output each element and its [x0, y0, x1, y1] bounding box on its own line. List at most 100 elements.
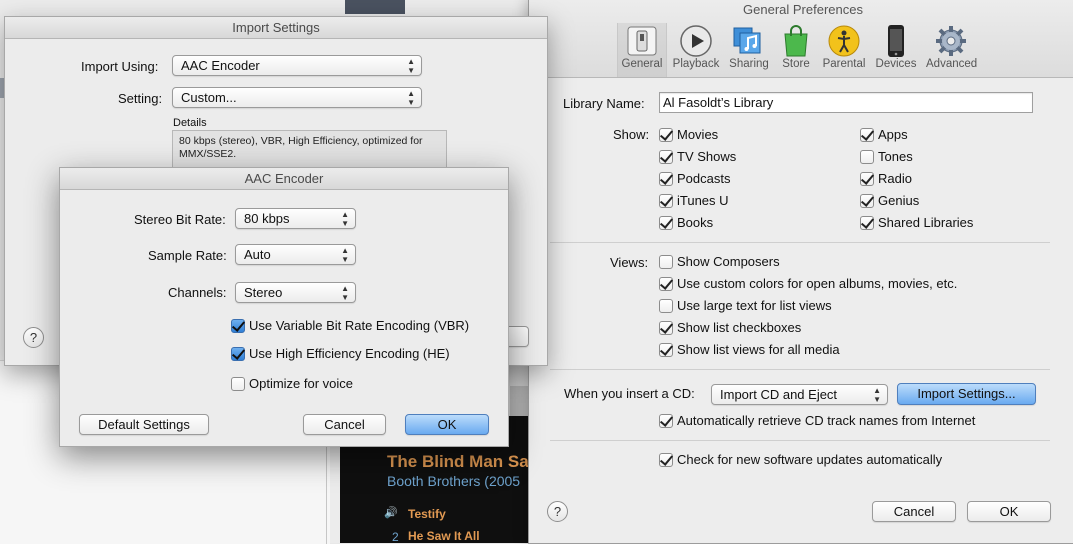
checkbox[interactable] — [659, 276, 673, 291]
show-itunes-u-checkbox[interactable]: iTunes U — [659, 193, 729, 208]
show-genius-checkbox[interactable]: Genius — [860, 193, 919, 208]
popup-arrows-icon: ▲ ▼ — [341, 246, 349, 264]
phone-icon — [879, 24, 913, 58]
window-title: AAC Encoder — [60, 168, 508, 190]
cd-insert-label: When you insert a CD: — [564, 386, 695, 401]
checkbox-label: Podcasts — [677, 171, 731, 186]
checkbox[interactable] — [860, 149, 874, 164]
default-settings-button[interactable]: Default Settings — [79, 414, 209, 435]
separator — [550, 242, 1050, 243]
list-views-all-media-checkbox[interactable]: Show list views for all media — [659, 342, 840, 357]
tab-devices[interactable]: Devices — [871, 24, 921, 70]
stereo-bit-rate-label: Stereo Bit Rate: — [134, 212, 226, 227]
show-books-checkbox[interactable]: Books — [659, 215, 713, 230]
import-settings-button[interactable]: Import Settings... — [897, 383, 1036, 405]
show-movies-checkbox[interactable]: Movies — [659, 127, 718, 142]
custom-colors-checkbox[interactable]: Use custom colors for open albums, movie… — [659, 276, 957, 291]
tab-playback[interactable]: Playback — [671, 24, 721, 70]
cd-action-popup[interactable]: Import CD and Eject ▲ ▼ — [711, 384, 888, 405]
popup-arrows-icon: ▲ ▼ — [873, 386, 881, 404]
check-updates-checkbox[interactable]: Check for new software updates automatic… — [659, 452, 942, 467]
popup-arrows-icon: ▲ ▼ — [341, 210, 349, 228]
popup-value: Auto — [244, 247, 271, 262]
tab-sharing[interactable]: Sharing — [724, 24, 774, 70]
checkbox[interactable] — [659, 320, 673, 335]
checkbox[interactable] — [860, 127, 874, 142]
ok-button[interactable]: OK — [405, 414, 489, 435]
checkbox-label: Tones — [878, 149, 913, 164]
tab-label: Store — [782, 58, 810, 70]
he-checkbox[interactable]: Use High Efficiency Encoding (HE) — [231, 346, 450, 361]
show-podcasts-checkbox[interactable]: Podcasts — [659, 171, 730, 186]
checkbox[interactable] — [860, 171, 874, 186]
auto-retrieve-checkbox[interactable]: Automatically retrieve CD track names fr… — [659, 413, 975, 428]
separator — [550, 369, 1050, 370]
help-button[interactable]: ? — [23, 327, 44, 348]
checkbox[interactable] — [659, 342, 673, 357]
tab-store[interactable]: Store — [771, 24, 821, 70]
speaker-icon: 🔊 — [384, 507, 398, 519]
setting-popup[interactable]: Custom... ▲ ▼ — [172, 87, 422, 108]
library-name-field[interactable]: Al Fasoldt’s Library — [659, 92, 1033, 113]
show-radio-checkbox[interactable]: Radio — [860, 171, 912, 186]
track-title[interactable]: Testify — [408, 507, 446, 521]
channels-popup[interactable]: Stereo ▲ ▼ — [235, 282, 356, 303]
checkbox[interactable] — [860, 193, 874, 208]
window-title: Import Settings — [5, 17, 547, 39]
show-tv-shows-checkbox[interactable]: TV Shows — [659, 149, 736, 164]
stereo-bit-rate-popup[interactable]: 80 kbps ▲ ▼ — [235, 208, 356, 229]
popup-arrows-icon: ▲ ▼ — [341, 284, 349, 302]
checkbox[interactable] — [860, 215, 874, 230]
sample-rate-popup[interactable]: Auto ▲ ▼ — [235, 244, 356, 265]
checkbox[interactable] — [231, 318, 245, 333]
vbr-checkbox[interactable]: Use Variable Bit Rate Encoding (VBR) — [231, 318, 469, 333]
tab-label: Sharing — [729, 58, 769, 70]
album-artist: Booth Brothers (2005 — [387, 473, 521, 489]
window-title: General Preferences — [743, 2, 863, 17]
checkbox[interactable] — [659, 215, 673, 230]
checkbox[interactable] — [231, 346, 245, 361]
checkbox[interactable] — [659, 127, 673, 142]
checkbox[interactable] — [231, 376, 245, 391]
checkbox-label: Use Variable Bit Rate Encoding (VBR) — [249, 318, 470, 333]
show-label: Show: — [613, 127, 650, 142]
popup-value: AAC Encoder — [181, 58, 260, 73]
tab-parental[interactable]: Parental — [819, 24, 869, 70]
details-box: 80 kbps (stereo), VBR, High Efficiency, … — [172, 130, 447, 170]
tab-label: Parental — [822, 58, 866, 70]
checkbox-label: Automatically retrieve CD track names fr… — [677, 413, 976, 428]
show-apps-checkbox[interactable]: Apps — [860, 127, 908, 142]
checkbox[interactable] — [659, 149, 673, 164]
checkbox[interactable] — [659, 254, 673, 269]
tab-advanced[interactable]: Advanced — [926, 24, 977, 70]
show-composers-checkbox[interactable]: Show Composers — [659, 254, 780, 269]
popup-value: 80 kbps — [244, 211, 290, 226]
popup-arrows-icon: ▲ ▼ — [407, 57, 415, 75]
checkbox-label: Apps — [878, 127, 908, 142]
checkbox[interactable] — [659, 193, 673, 208]
checkbox[interactable] — [659, 413, 673, 428]
tab-general[interactable]: General — [617, 23, 667, 77]
help-button[interactable]: ? — [547, 501, 568, 522]
show-tones-checkbox[interactable]: Tones — [860, 149, 913, 164]
cancel-button[interactable]: Cancel — [303, 414, 386, 435]
checkbox-label: Show Composers — [677, 254, 780, 269]
popup-value: Custom... — [181, 90, 237, 105]
optimize-voice-checkbox[interactable]: Optimize for voice — [231, 376, 353, 391]
checkbox[interactable] — [659, 171, 673, 186]
parental-figure-icon — [827, 24, 861, 58]
checkbox-label: Use High Efficiency Encoding (HE) — [249, 346, 450, 361]
track-title[interactable]: He Saw It All — [408, 529, 480, 543]
checkbox-label: Radio — [878, 171, 912, 186]
checkbox-label: Genius — [878, 193, 920, 208]
import-using-popup[interactable]: AAC Encoder ▲ ▼ — [172, 55, 422, 76]
checkbox-label: Optimize for voice — [249, 376, 354, 391]
checkbox[interactable] — [659, 452, 673, 467]
cancel-button[interactable]: Cancel — [872, 501, 956, 522]
show-shared-libraries-checkbox[interactable]: Shared Libraries — [860, 215, 973, 230]
large-text-checkbox[interactable]: Use large text for list views — [659, 298, 832, 313]
checkbox[interactable] — [659, 298, 673, 313]
import-using-label: Import Using: — [81, 59, 159, 74]
ok-button[interactable]: OK — [967, 501, 1051, 522]
list-checkboxes-checkbox[interactable]: Show list checkboxes — [659, 320, 801, 335]
